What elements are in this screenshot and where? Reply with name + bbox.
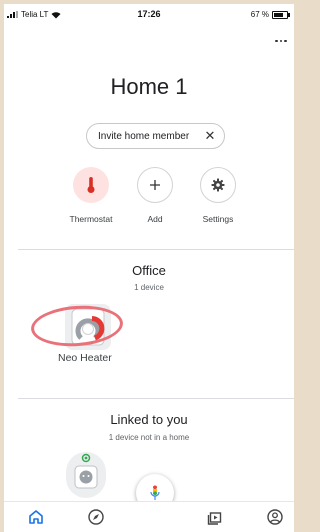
thermostat-action[interactable]: Thermostat (61, 167, 121, 224)
thermostat-button[interactable] (73, 167, 109, 203)
office-subtitle: 1 device (134, 283, 164, 292)
battery-group: 67 % (250, 10, 290, 19)
gear-icon (211, 178, 225, 192)
home-title: Home 1 (110, 74, 188, 99)
status-bar: Telia LT 17:26 67 % (4, 4, 294, 24)
home-icon[interactable] (27, 508, 45, 526)
add-label: Add (147, 214, 163, 224)
add-action[interactable]: Add (125, 167, 185, 224)
media-icon[interactable] (206, 508, 224, 526)
linked-device-tile[interactable] (66, 452, 106, 498)
linked-subtitle: 1 device not in a home (108, 433, 190, 442)
microphone-icon (150, 485, 160, 500)
battery-icon (272, 10, 290, 19)
thermostat-label: Thermostat (69, 214, 113, 224)
add-button[interactable] (137, 167, 173, 203)
settings-button[interactable] (200, 167, 236, 203)
divider (18, 398, 294, 399)
bottom-nav (4, 501, 294, 532)
account-icon[interactable] (266, 508, 284, 526)
neo-heater-name[interactable]: Neo Heater (58, 352, 112, 364)
divider (18, 249, 294, 250)
battery-percent: 67 % (250, 10, 269, 19)
plus-icon (150, 180, 160, 190)
phone-screen: Telia LT 17:26 67 % Home 1 Invite home m… (4, 4, 294, 532)
close-icon[interactable]: ✕ (204, 129, 216, 143)
compass-icon[interactable] (87, 508, 105, 526)
settings-action[interactable]: Settings (188, 167, 248, 224)
overflow-menu-icon[interactable] (274, 34, 288, 48)
invite-member-chip[interactable]: Invite home member ✕ (86, 123, 225, 149)
invite-label: Invite home member (98, 130, 190, 142)
settings-label: Settings (202, 214, 234, 224)
smart-plug-icon (74, 453, 98, 489)
office-title: Office (132, 263, 166, 278)
thermometer-icon (87, 177, 95, 193)
linked-title: Linked to you (110, 412, 188, 427)
